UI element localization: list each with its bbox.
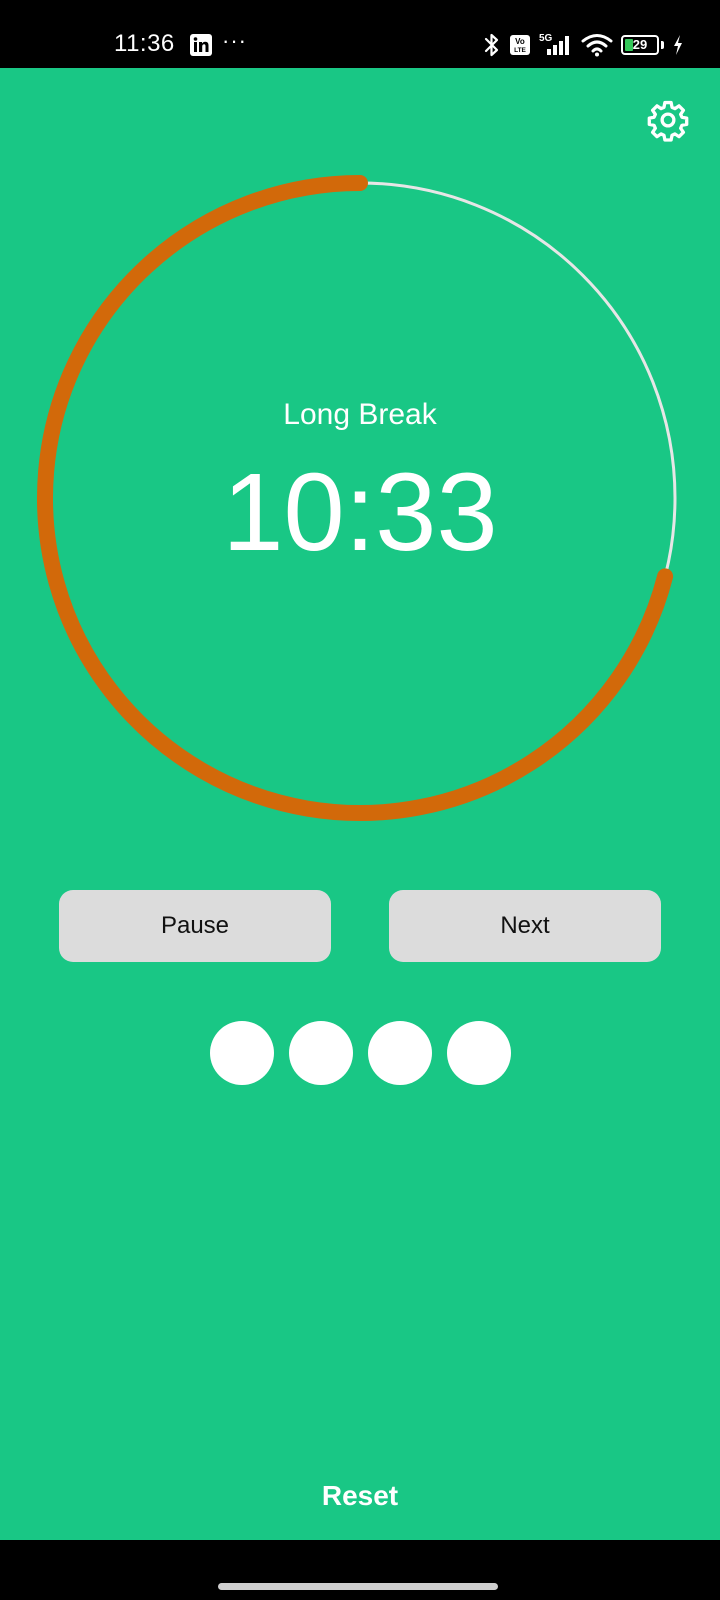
settings-button[interactable] xyxy=(646,98,690,142)
signal-icon: 5G xyxy=(539,31,573,59)
session-dot xyxy=(288,1021,353,1085)
linkedin-icon xyxy=(190,34,212,56)
session-dot xyxy=(209,1021,274,1085)
reset-button[interactable]: Reset xyxy=(0,1480,720,1512)
session-dot xyxy=(446,1021,511,1085)
pomodoro-screen: Long Break 10:33 Pause Next Reset xyxy=(0,68,720,1540)
timer-mode-label: Long Break xyxy=(283,398,437,431)
bluetooth-icon xyxy=(483,32,501,58)
wifi-icon xyxy=(581,33,613,57)
pause-button[interactable]: Pause xyxy=(59,890,331,962)
battery-level: 29 xyxy=(632,37,648,52)
home-indicator[interactable] xyxy=(218,1583,498,1590)
battery-icon: 29 xyxy=(621,35,659,55)
svg-text:LTE: LTE xyxy=(514,47,526,54)
next-button[interactable]: Next xyxy=(389,890,661,962)
svg-text:5G: 5G xyxy=(539,33,553,44)
volte-icon: Vo LTE xyxy=(509,33,531,57)
gear-icon xyxy=(647,100,689,142)
more-notifications-icon: ··· xyxy=(222,28,247,53)
charging-icon xyxy=(672,34,684,56)
status-icons: Vo LTE 5G 29 xyxy=(483,30,684,60)
session-dot xyxy=(367,1021,432,1085)
svg-text:Vo: Vo xyxy=(515,37,525,46)
navigation-bar xyxy=(0,1540,720,1600)
status-bar: 11:36 ··· Vo LTE 5G 29 xyxy=(0,0,720,68)
battery-cap xyxy=(661,41,664,49)
status-time: 11:36 xyxy=(114,30,175,57)
app-screen: 11:36 ··· Vo LTE 5G 29 Long Break 10:33 … xyxy=(0,0,720,1600)
session-indicators xyxy=(0,1021,720,1085)
timer-countdown: 10:33 xyxy=(222,451,498,574)
